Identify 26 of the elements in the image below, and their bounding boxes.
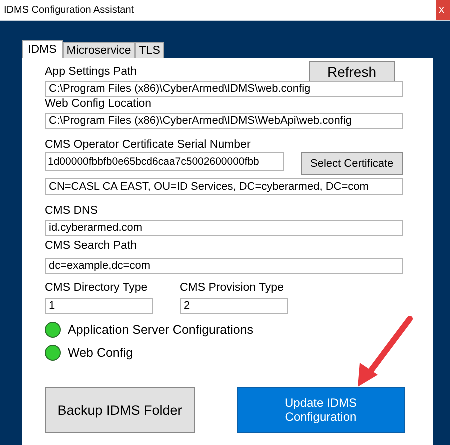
refresh-button[interactable]: Refresh	[309, 61, 395, 83]
field-label: CMS DNS	[45, 204, 100, 218]
input-field[interactable]: CN=CASL CA EAST, OU=ID Services, DC=cyberarmed, DC=com	[45, 178, 403, 195]
input-field[interactable]: 1	[45, 298, 153, 314]
backup-button[interactable]: Backup IDMS Folder	[45, 387, 195, 433]
input-field[interactable]: C:\Program Files (x86)\CyberArmed\IDMS\WebApi\web.config	[45, 113, 403, 129]
input-field[interactable]: 1d00000fbbfb0e65bcd6caa7c5002600000fbb	[45, 152, 284, 171]
status-label: Web Config	[68, 346, 134, 360]
field-label: CMS Operator Certificate Serial Number	[45, 138, 252, 152]
tab[interactable]: TLS	[135, 42, 164, 58]
status-label: Application Server Configurations	[68, 323, 254, 337]
close-button[interactable]: x	[436, 0, 450, 20]
input-field[interactable]: C:\Program Files (x86)\CyberArmed\IDMS\web.config	[45, 81, 403, 97]
tab[interactable]: Microservice	[62, 42, 136, 58]
update-button[interactable]: Update IDMS Configuration	[237, 387, 405, 433]
select-certificate-button[interactable]: Select Certificate	[301, 152, 403, 175]
input-field[interactable]: dc=example,dc=com	[45, 258, 403, 274]
input-field[interactable]: id.cyberarmed.com	[45, 220, 403, 236]
field-label: CMS Provision Type	[180, 281, 285, 295]
field-label: CMS Search Path	[45, 239, 138, 253]
input-field[interactable]: 2	[180, 298, 288, 314]
field-label: App Settings Path	[45, 65, 138, 79]
field-label: CMS Directory Type	[45, 281, 149, 295]
field-label: Web Config Location	[45, 97, 153, 111]
tab[interactable]: IDMS	[22, 40, 63, 58]
window-title: IDMS Configuration Assistant	[4, 4, 134, 16]
